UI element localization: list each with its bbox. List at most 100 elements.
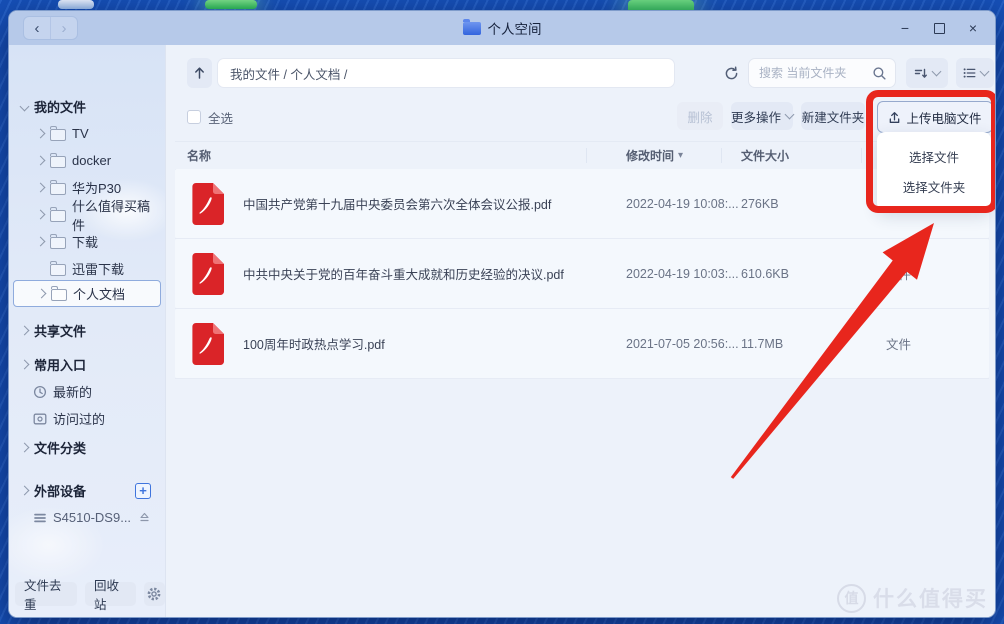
arrow-up-icon [193, 66, 206, 80]
sidebar-item-label: 文件分类 [34, 438, 86, 457]
desktop-icon-blue [58, 0, 94, 9]
up-directory-button[interactable] [187, 58, 212, 88]
folder-icon [51, 289, 67, 301]
chevron-right-icon [36, 183, 46, 193]
recycle-bin-button[interactable]: 回收站 [85, 582, 136, 606]
sidebar-item-file-categories[interactable]: 文件分类 [13, 434, 161, 461]
search-box [748, 58, 896, 88]
sidebar-item-shared-files[interactable]: 共享文件 [13, 317, 161, 344]
row-divider [175, 378, 989, 379]
menu-item-select-files[interactable]: 选择文件 [877, 142, 991, 172]
close-button[interactable]: × [961, 16, 985, 40]
file-type: 文件 [886, 309, 911, 378]
file-row[interactable]: 100周年时政热点学习.pdf 2021-07-05 20:56:... 11.… [175, 309, 989, 378]
file-manager-window: 个人空间 ‹ › − × 我的文件 TV docker 华为P30 [8, 10, 996, 618]
sidebar-item-label: 访问过的 [53, 409, 105, 428]
sidebar-item-personal-docs[interactable]: 个人文档 [13, 280, 161, 307]
column-divider [721, 148, 722, 163]
window-controls: − × [893, 11, 985, 45]
new-folder-button[interactable]: 新建文件夹 [801, 102, 865, 130]
search-icon[interactable] [872, 66, 887, 81]
sidebar-item-label: 下载 [72, 232, 98, 251]
back-button[interactable]: ‹ [24, 17, 50, 39]
pdf-file-icon [191, 182, 225, 225]
sidebar-item-smzdm-drafts[interactable]: 什么值得买稿件 [13, 201, 161, 228]
folder-icon [50, 183, 66, 195]
more-actions-button[interactable]: 更多操作 [731, 102, 793, 130]
view-mode-button[interactable] [956, 58, 994, 88]
chevron-right-icon [36, 129, 46, 139]
upload-label: 上传电脑文件 [906, 108, 981, 127]
file-row[interactable]: 中共中央关于党的百年奋斗重大成就和历史经验的决议.pdf 2022-04-19 … [175, 239, 989, 308]
column-divider [586, 148, 587, 163]
select-all-checkbox[interactable] [187, 110, 201, 124]
minimize-button[interactable]: − [893, 16, 917, 40]
sidebar-item-label: 个人文档 [73, 284, 125, 303]
file-row[interactable]: 中国共产党第十九届中央委员会第六次全体会议公报.pdf 2022-04-19 1… [175, 169, 989, 238]
desktop-icon-green [205, 0, 257, 9]
delete-button[interactable]: 删除 [677, 102, 723, 130]
sidebar-footer: 文件去重 回收站 [15, 582, 165, 606]
settings-button[interactable] [144, 582, 165, 606]
sort-button[interactable] [906, 58, 948, 88]
upload-button[interactable]: 上传电脑文件 [877, 101, 993, 133]
column-divider [861, 148, 862, 163]
window-title: 个人空间 [488, 18, 542, 38]
column-header-size[interactable]: 文件大小 [741, 142, 789, 169]
maximize-button[interactable] [927, 16, 951, 40]
sidebar-item-external-devices[interactable]: 外部设备 + [13, 477, 161, 504]
eject-icon[interactable] [138, 511, 151, 524]
table-header: 名称 修改时间 ▾ 文件大小 [175, 141, 989, 170]
sidebar-item-visited[interactable]: 访问过的 [13, 405, 161, 432]
file-type: 文件 [886, 239, 911, 308]
sidebar-item-my-files[interactable]: 我的文件 [13, 93, 161, 120]
maximize-icon [934, 23, 945, 34]
dedupe-button[interactable]: 文件去重 [15, 582, 77, 606]
sidebar-item-thunder-downloads[interactable]: 迅雷下载 [13, 255, 161, 282]
sidebar-item-label: 最新的 [53, 382, 92, 401]
menu-item-select-folder[interactable]: 选择文件夹 [877, 172, 991, 202]
folder-icon [50, 129, 66, 141]
forward-button[interactable]: › [50, 17, 77, 39]
chevron-right-icon [36, 237, 46, 247]
breadcrumb[interactable]: 我的文件 / 个人文档 / [217, 58, 675, 88]
sidebar-item-device[interactable]: S4510-DS9... [13, 504, 161, 531]
chevron-right-icon [37, 289, 47, 299]
folder-icon [50, 156, 66, 168]
pdf-file-icon [191, 252, 225, 295]
sidebar-item-quick-entry[interactable]: 常用入口 [13, 351, 161, 378]
sidebar-item-docker[interactable]: docker [13, 147, 161, 174]
search-input[interactable] [757, 65, 868, 81]
file-name: 中共中央关于党的百年奋斗重大成就和历史经验的决议.pdf [243, 239, 569, 308]
chevron-down-icon [785, 110, 795, 120]
sidebar-item-downloads[interactable]: 下载 [13, 228, 161, 255]
sort-icon [914, 67, 928, 80]
select-all[interactable]: 全选 [187, 107, 233, 127]
sidebar-item-tv[interactable]: TV [13, 120, 161, 147]
storage-device-icon [33, 511, 47, 525]
refresh-button[interactable] [716, 58, 746, 88]
file-size: 610.6KB [741, 239, 789, 308]
file-name: 100周年时政热点学习.pdf [243, 309, 569, 378]
watermark: 值 什么值得买 [837, 583, 988, 613]
file-size: 11.7MB [741, 309, 783, 378]
sidebar-item-label: TV [72, 126, 89, 141]
chevron-right-icon [36, 156, 46, 166]
upload-dropdown-menu: 选择文件 选择文件夹 [877, 132, 991, 211]
more-actions-label: 更多操作 [731, 107, 781, 126]
chevron-down-icon [979, 67, 989, 77]
chevron-right-icon [20, 326, 30, 336]
select-all-label: 全选 [208, 108, 233, 127]
column-header-name[interactable]: 名称 [187, 142, 211, 169]
chevron-right-icon [20, 443, 30, 453]
pdf-file-icon [191, 322, 225, 365]
add-device-button[interactable]: + [135, 483, 151, 499]
chevron-right-icon [36, 210, 46, 220]
sidebar-item-label: 共享文件 [34, 321, 86, 340]
window-folder-icon [463, 22, 481, 35]
sidebar-item-recent[interactable]: 最新的 [13, 378, 161, 405]
sidebar-item-label: 外部设备 [34, 481, 86, 500]
chevron-down-icon [932, 67, 942, 77]
upload-icon [888, 111, 901, 124]
column-header-modified[interactable]: 修改时间 ▾ [626, 142, 683, 169]
